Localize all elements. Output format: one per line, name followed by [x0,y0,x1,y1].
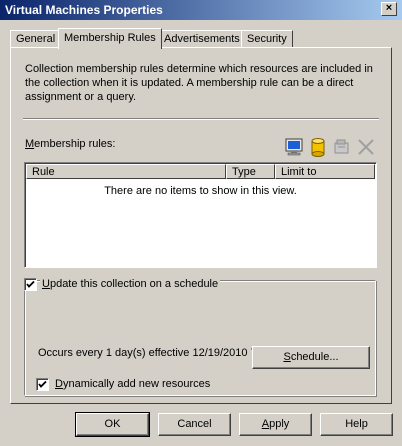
tab-advertisements[interactable]: Advertisements [158,30,246,48]
tab-membership-rules[interactable]: Membership Rules [58,28,162,49]
ok-button[interactable]: OK [75,412,150,437]
tab-security[interactable]: Security [241,30,293,48]
checkmark-icon [38,380,47,388]
schedule-button[interactable]: Schedule... [252,346,370,369]
column-header-rule[interactable]: Rule [26,164,226,179]
membership-rules-label: Membership rules: [25,138,116,150]
column-header-limit-to[interactable]: Limit to [275,164,375,179]
dynamic-resources-checkbox[interactable] [36,378,49,391]
computer-icon[interactable] [283,136,305,158]
delete-icon[interactable] [355,136,377,158]
schedule-checkbox-label[interactable]: Update this collection on a schedule [40,278,221,290]
empty-list-message: There are no items to show in this view. [104,185,297,197]
tab-panel: Collection membership rules determine wh… [10,47,392,404]
window-title: Virtual Machines Properties [5,3,163,17]
title-bar: Virtual Machines Properties × [0,0,402,20]
cancel-button[interactable]: Cancel [158,413,231,436]
description-text: Collection membership rules determine wh… [25,63,373,103]
properties-icon[interactable] [331,136,353,158]
column-header-type[interactable]: Type [226,164,275,179]
membership-rules-list[interactable]: Rule Type Limit to There are no items to… [24,162,377,268]
dynamic-resources-label[interactable]: Dynamically add new resources [53,378,213,390]
database-query-icon[interactable] [307,136,329,158]
separator [23,118,379,120]
schedule-checkbox[interactable] [24,278,37,291]
close-icon[interactable]: × [381,2,397,16]
help-button[interactable]: Help [320,413,393,436]
apply-button[interactable]: Apply [239,413,312,436]
checkmark-icon [26,280,35,288]
tab-general[interactable]: General [10,30,62,48]
